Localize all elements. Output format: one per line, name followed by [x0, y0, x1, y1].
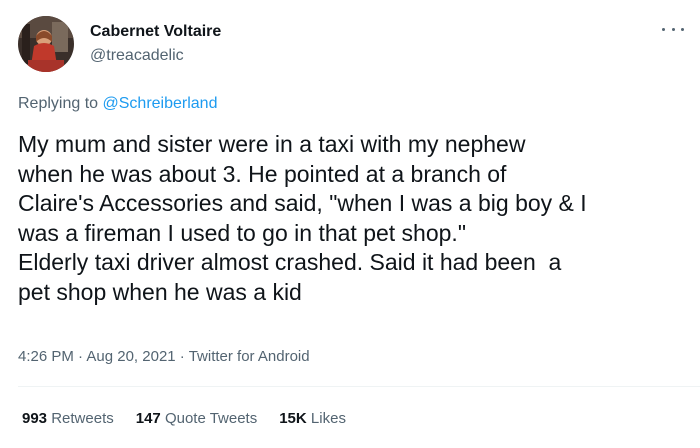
quote-tweets-count: 147 — [135, 410, 161, 427]
more-dot — [681, 27, 684, 31]
quote-tweets-label: Quote Tweets — [164, 410, 258, 427]
tweet: Cabernet Voltaire @treacadelic Replying … — [0, 0, 700, 448]
more-dot — [662, 27, 665, 31]
tweet-date[interactable]: Aug 20, 2021 — [86, 348, 175, 365]
tweet-text: My mum and sister were in a taxi with my… — [18, 131, 587, 305]
likes-label: Likes — [310, 410, 346, 427]
user-info: Cabernet Voltaire @treacadelic — [90, 22, 221, 66]
meta-separator: · — [175, 348, 189, 365]
tweet-source[interactable]: Twitter for Android — [189, 348, 310, 365]
avatar-image — [18, 16, 74, 72]
replying-prefix: Replying to — [18, 95, 103, 112]
divider — [18, 386, 700, 387]
replying-to-link[interactable]: @Schreiberland — [103, 95, 218, 112]
user-handle[interactable]: @treacadelic — [90, 46, 221, 66]
tweet-meta: 4:26 PM · Aug 20, 2021 · Twitter for And… — [18, 347, 310, 367]
retweets-label: Retweets — [51, 410, 114, 427]
replying-to: Replying to @Schreiberland — [18, 94, 217, 114]
more-options-icon[interactable] — [662, 22, 684, 36]
likes-count: 15K — [279, 410, 307, 427]
tweet-stats: 993 Retweets 147 Quote Tweets 15K Likes — [22, 409, 346, 429]
meta-separator: · — [73, 348, 87, 365]
tweet-time[interactable]: 4:26 PM — [18, 348, 74, 365]
avatar[interactable] — [18, 16, 74, 72]
quote-tweets-stat[interactable]: 147 Quote Tweets — [136, 409, 257, 429]
more-dot — [671, 27, 675, 31]
retweets-stat[interactable]: 993 Retweets — [22, 409, 114, 429]
display-name[interactable]: Cabernet Voltaire — [90, 22, 221, 42]
likes-stat[interactable]: 15K Likes — [279, 409, 346, 429]
retweets-count: 993 — [22, 410, 48, 427]
